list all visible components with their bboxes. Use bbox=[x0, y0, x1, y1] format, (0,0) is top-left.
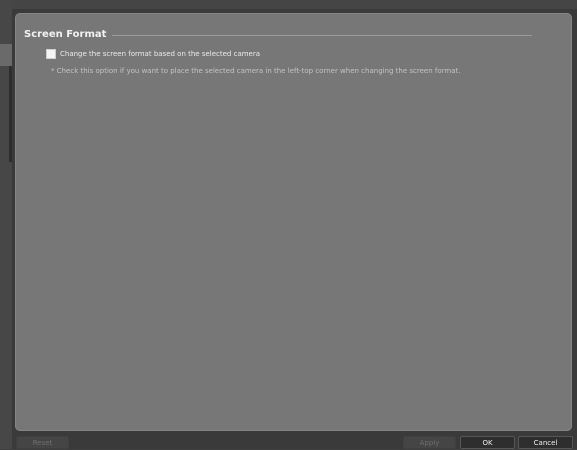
settings-panel bbox=[15, 13, 572, 431]
reset-button[interactable]: Reset bbox=[16, 436, 69, 449]
side-tab-strip bbox=[0, 0, 12, 449]
top-edge bbox=[12, 0, 577, 9]
apply-button[interactable]: Apply bbox=[403, 436, 456, 449]
side-tab-selected[interactable] bbox=[0, 44, 12, 66]
screen-format-hint: * Check this option if you want to place… bbox=[51, 67, 461, 75]
screen-format-option[interactable]: Change the screen format based on the se… bbox=[46, 48, 260, 60]
cancel-button[interactable]: Cancel bbox=[518, 436, 573, 449]
screen-format-checkbox[interactable] bbox=[46, 49, 56, 59]
section-title: Screen Format bbox=[24, 29, 107, 40]
side-tab-divider bbox=[9, 66, 12, 162]
ok-button[interactable]: OK bbox=[460, 436, 515, 449]
section-divider bbox=[112, 35, 532, 36]
settings-dialog: Screen Format Change the screen format b… bbox=[0, 0, 577, 449]
screen-format-checkbox-label[interactable]: Change the screen format based on the se… bbox=[60, 50, 260, 58]
